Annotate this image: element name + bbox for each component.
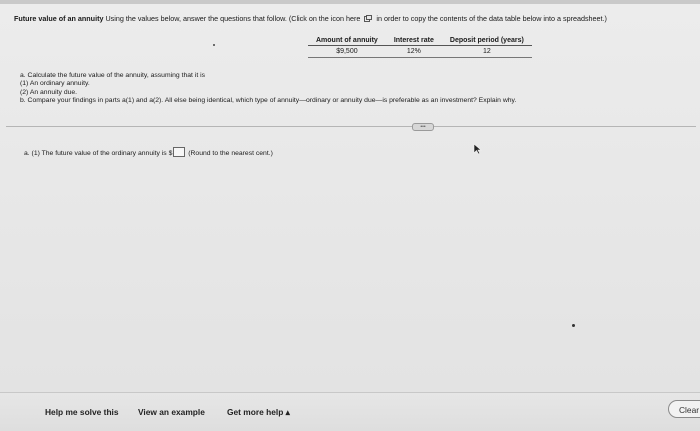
- header-interest-rate: Interest rate: [385, 36, 442, 46]
- answer-hint: (Round to the nearest cent.): [188, 150, 273, 157]
- cell-interest-rate: 12%: [385, 45, 442, 58]
- answer-prefix: a. (1) The future value of the ordinary …: [24, 150, 173, 157]
- expand-ellipsis-icon[interactable]: •••: [412, 123, 434, 131]
- problem-page: Future value of an annuity Using the val…: [0, 0, 700, 431]
- header-deposit-period: Deposit period (years): [441, 36, 532, 46]
- view-example-button[interactable]: View an example: [138, 407, 205, 417]
- help-me-solve-button[interactable]: Help me solve this: [45, 407, 119, 417]
- question-a: a. Calculate the future value of the ann…: [20, 72, 206, 79]
- answer-input[interactable]: [173, 147, 186, 157]
- questions: a. Calculate the future value of the ann…: [20, 72, 516, 106]
- answer-line: a. (1) The future value of the ordinary …: [24, 147, 273, 157]
- problem-title: Future value of an annuity: [14, 14, 104, 23]
- question-a2: (2) An annuity due.: [20, 88, 78, 96]
- intro-text-before: Using the values below, answer the quest…: [105, 14, 361, 23]
- data-table: Amount of annuity Interest rate Deposit …: [308, 36, 532, 58]
- clear-button[interactable]: Clear: [668, 400, 700, 418]
- cell-amount: $9,500: [308, 45, 386, 58]
- question-a1: (1) An ordinary annuity.: [20, 80, 90, 88]
- copy-icon[interactable]: [364, 15, 373, 22]
- top-border: [0, 0, 700, 4]
- header-amount: Amount of annuity: [308, 36, 386, 46]
- table-row: $9,500 12% 12: [308, 45, 532, 58]
- stray-dot: [213, 44, 215, 46]
- mouse-pointer-icon: [473, 143, 482, 155]
- cell-deposit-period: 12: [441, 45, 532, 58]
- intro-text: Future value of an annuity Using the val…: [14, 14, 694, 23]
- intro-text-after: in order to copy the contents of the dat…: [376, 14, 607, 23]
- section-divider: [6, 126, 696, 127]
- stray-dot: [572, 324, 575, 327]
- get-more-help-button[interactable]: Get more help ▴: [227, 407, 290, 417]
- footer-toolbar: Help me solve this View an example Get m…: [0, 392, 700, 431]
- question-b: b. Compare your findings in parts a(1) a…: [20, 97, 517, 105]
